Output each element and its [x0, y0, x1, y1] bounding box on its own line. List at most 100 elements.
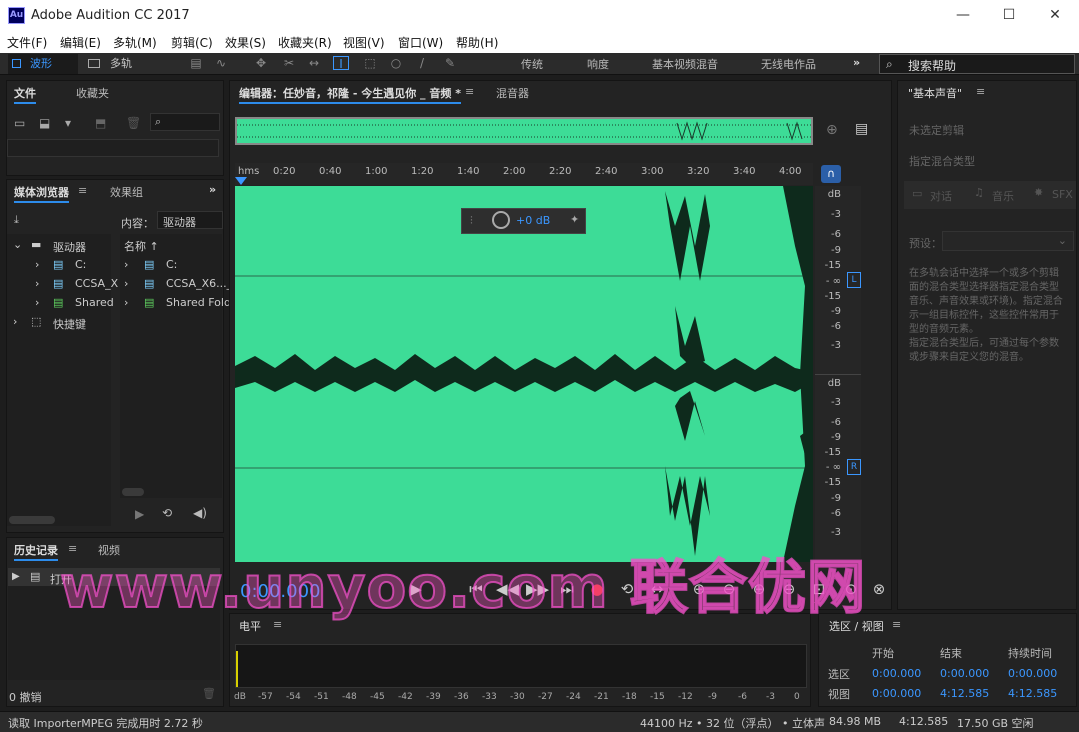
channel-left-button[interactable]: L	[847, 272, 861, 288]
search-help-input[interactable]: ⌕ 搜索帮助	[879, 54, 1075, 74]
preset-dropdown[interactable]: ⌄	[942, 231, 1074, 251]
files-list[interactable]	[7, 139, 219, 157]
view-duration[interactable]: 4:12.585	[1008, 687, 1057, 700]
gain-value[interactable]: +0 dB	[516, 214, 550, 227]
list-item-shared[interactable]: Shared Fold	[166, 296, 231, 309]
loop-icon[interactable]: ⟲	[162, 506, 172, 520]
gain-hud[interactable]: ⫶ +0 dB ✦	[461, 208, 586, 234]
menu-favorites[interactable]: 收藏夹(R)	[278, 34, 332, 51]
chevron-right-icon[interactable]: ›	[13, 315, 17, 328]
chevron-right-icon[interactable]: ›	[124, 277, 128, 290]
workspace-loudness[interactable]: 响度	[587, 56, 609, 72]
autoplay-icon[interactable]: ◀)	[193, 506, 207, 520]
menu-clip[interactable]: 剪辑(C)	[171, 34, 213, 51]
waveform-display[interactable]: ⫶ +0 dB ✦	[235, 186, 813, 562]
trash-icon[interactable]: 🗑	[202, 687, 216, 700]
brush-tool-icon[interactable]: /	[414, 56, 430, 70]
tab-files[interactable]: 文件	[14, 85, 36, 104]
zoom-navigator-icon[interactable]: ⊕	[826, 122, 838, 138]
menu-view[interactable]: 视图(V)	[343, 34, 385, 51]
panel-menu-icon[interactable]: ≡	[976, 85, 985, 98]
sfx-icon[interactable]: ✸	[1034, 186, 1043, 199]
tree-item-drives[interactable]: 驱动器	[53, 239, 86, 255]
panel-menu-icon[interactable]: ≡	[465, 85, 474, 98]
chevron-right-icon[interactable]: ›	[35, 258, 39, 271]
chevron-right-icon[interactable]: ›	[35, 277, 39, 290]
marquee-tool-icon[interactable]: ⬚	[362, 56, 378, 70]
open-folder-icon[interactable]: ▭	[14, 116, 25, 130]
selection-duration[interactable]: 0:00.000	[1008, 667, 1057, 680]
multitrack-view-button[interactable]: 多轨	[84, 54, 140, 74]
type-dialogue[interactable]: 对话	[930, 188, 952, 204]
minimize-button[interactable]: —	[940, 0, 986, 31]
music-icon[interactable]: ♫	[974, 186, 984, 199]
menu-edit[interactable]: 编辑(E)	[60, 34, 101, 51]
more-workspaces-button[interactable]: »	[853, 56, 860, 69]
files-search-input[interactable]: ⌕	[150, 113, 220, 131]
workspace-video-mix[interactable]: 基本视频混音	[652, 56, 718, 72]
razor-tool-icon[interactable]: ✂	[281, 56, 297, 70]
list-item-c[interactable]: C:	[166, 258, 177, 271]
close-button[interactable]: ✕	[1032, 0, 1078, 31]
tree-item-ccsa[interactable]: CCSA_X	[75, 277, 118, 290]
tab-mixer[interactable]: 混音器	[496, 85, 529, 101]
spot-healing-icon[interactable]: ✎	[442, 56, 458, 70]
menu-effects[interactable]: 效果(S)	[225, 34, 266, 51]
channel-right-button[interactable]: R	[847, 459, 861, 475]
tab-favorites[interactable]: 收藏夹	[76, 85, 109, 101]
menu-file[interactable]: 文件(F)	[7, 34, 47, 51]
horizontal-scrollbar[interactable]	[9, 516, 55, 524]
tree-item-shortcuts[interactable]: 快捷键	[53, 316, 86, 332]
view-start[interactable]: 0:00.000	[872, 687, 921, 700]
content-dropdown[interactable]: 驱动器	[157, 211, 223, 229]
panel-menu-icon[interactable]: ≡	[78, 184, 87, 197]
maximize-button[interactable]: ☐	[986, 0, 1032, 31]
chevron-down-icon[interactable]: ⌄	[13, 238, 22, 251]
waveform-view-button[interactable]: 波形	[8, 54, 78, 74]
new-file-icon[interactable]: ▾	[65, 116, 71, 130]
lasso-tool-icon[interactable]: ○	[388, 56, 404, 70]
menu-help[interactable]: 帮助(H)	[456, 34, 498, 51]
import-icon[interactable]: ⬓	[39, 116, 50, 130]
gain-knob-icon[interactable]	[492, 211, 510, 229]
download-icon[interactable]: ⤓	[14, 213, 19, 227]
chevron-right-icon[interactable]: ›	[35, 296, 39, 309]
overview-waveform[interactable]	[235, 117, 813, 145]
name-column-header[interactable]: 名称 ↑	[124, 238, 159, 254]
dialogue-icon[interactable]: ▭	[912, 187, 922, 200]
tab-editor[interactable]: 编辑器：任妙音，祁隆 - 今生遇见你 _ 音频 *	[239, 85, 461, 104]
pitch-display-icon[interactable]: ∿	[213, 56, 229, 70]
slip-tool-icon[interactable]: ↔	[306, 56, 322, 70]
zoom-playhead-icon[interactable]: ⊗	[868, 580, 890, 598]
overview-menu-icon[interactable]: ▤	[855, 121, 868, 137]
selection-end[interactable]: 0:00.000	[940, 667, 989, 680]
overflow-icon[interactable]: »	[209, 183, 216, 196]
tree-item-shared[interactable]: Shared	[75, 296, 114, 309]
list-item-ccsa[interactable]: CCSA_X6..._	[166, 277, 232, 290]
selection-start[interactable]: 0:00.000	[872, 667, 921, 680]
tab-media-browser[interactable]: 媒体浏览器	[14, 184, 69, 203]
move-tool-icon[interactable]: ✥	[253, 56, 269, 70]
menu-window[interactable]: 窗口(W)	[398, 34, 443, 51]
tab-history[interactable]: 历史记录	[14, 542, 58, 561]
snap-icon[interactable]: ∩	[821, 165, 841, 183]
tab-effects-rack[interactable]: 效果组	[110, 184, 143, 200]
type-music[interactable]: 音乐	[992, 188, 1014, 204]
trash-icon[interactable]: 🗑	[126, 116, 141, 130]
type-sfx[interactable]: SFX	[1052, 188, 1073, 201]
tree-item-c[interactable]: C:	[75, 258, 86, 271]
workspace-classic[interactable]: 传统	[521, 56, 543, 72]
spectral-display-icon[interactable]: ▤	[188, 56, 204, 70]
panel-menu-icon[interactable]: ≡	[892, 618, 901, 631]
play-icon[interactable]: ▶	[135, 507, 144, 521]
insert-icon[interactable]: ⬒	[95, 116, 106, 130]
playhead-marker[interactable]	[235, 177, 247, 185]
horizontal-scrollbar[interactable]	[122, 488, 144, 496]
view-end[interactable]: 4:12.585	[940, 687, 989, 700]
menu-multitrack[interactable]: 多轨(M)	[113, 34, 157, 51]
chevron-right-icon[interactable]: ›	[124, 296, 128, 309]
time-selection-tool-icon[interactable]: I	[333, 56, 349, 71]
chevron-right-icon[interactable]: ›	[124, 258, 128, 271]
time-ruler[interactable]: hms 0:20 0:40 1:00 1:20 1:40 2:00 2:20 2…	[235, 163, 813, 185]
workspace-radio[interactable]: 无线电作品	[761, 56, 816, 72]
